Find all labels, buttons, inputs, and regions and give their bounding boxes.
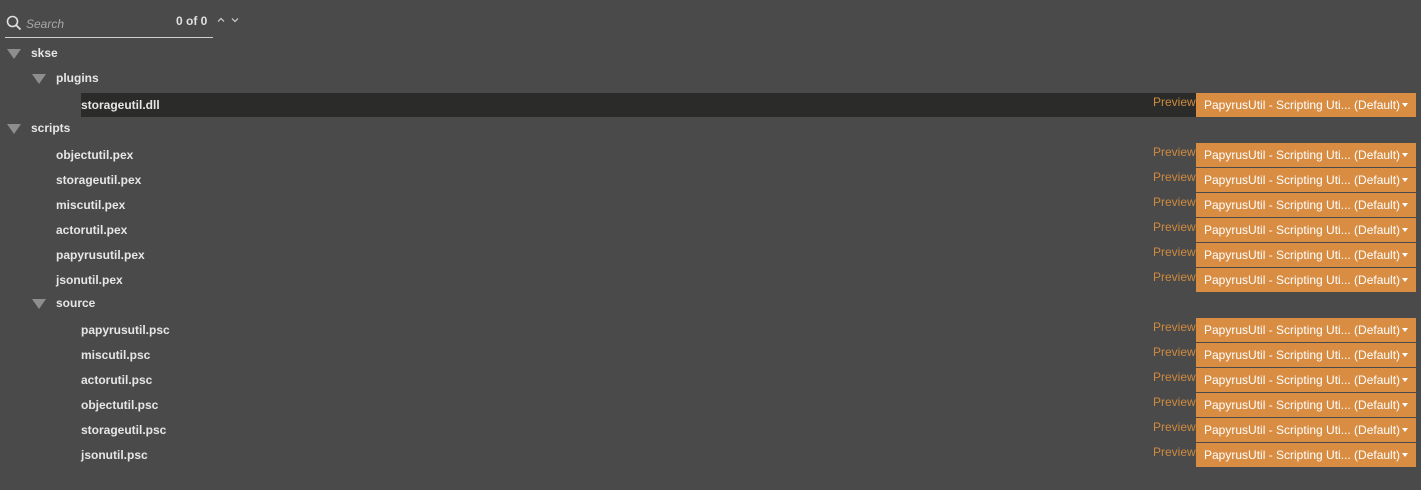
preview-link[interactable]: Preview	[1153, 445, 1196, 459]
mod-source-dropdown[interactable]: PapyrusUtil - Scripting Uti... (Default)	[1196, 318, 1416, 342]
caret-down-icon	[1402, 253, 1408, 257]
file-name: storageutil.pex	[56, 173, 142, 187]
file-name: storageutil.dll	[81, 98, 160, 112]
dropdown-value: PapyrusUtil - Scripting Uti... (Default)	[1204, 398, 1401, 412]
tree-file-row[interactable]: miscutil.pex Preview PapyrusUtil - Scrip…	[0, 193, 1421, 218]
file-name: actorutil.pex	[56, 223, 128, 237]
caret-down-icon	[1402, 328, 1408, 332]
tree-file-row[interactable]: storageutil.pex Preview PapyrusUtil - Sc…	[0, 168, 1421, 193]
caret-down-icon	[1402, 203, 1408, 207]
dropdown-value: PapyrusUtil - Scripting Uti... (Default)	[1204, 273, 1401, 287]
file-name: objectutil.psc	[81, 398, 159, 412]
file-name: jsonutil.pex	[56, 273, 123, 287]
tree-folder-source[interactable]: source	[0, 291, 1421, 316]
preview-link[interactable]: Preview	[1153, 195, 1196, 209]
caret-down-icon	[1402, 278, 1408, 282]
dropdown-value: PapyrusUtil - Scripting Uti... (Default)	[1204, 323, 1401, 337]
tree-file-row[interactable]: actorutil.psc Preview PapyrusUtil - Scri…	[0, 368, 1421, 393]
dropdown-value: PapyrusUtil - Scripting Uti... (Default)	[1204, 98, 1401, 112]
preview-link[interactable]: Preview	[1153, 395, 1196, 409]
search-input[interactable]	[26, 15, 166, 33]
expanded-triangle-icon[interactable]	[7, 48, 21, 60]
caret-down-icon	[1402, 153, 1408, 157]
folder-label: source	[56, 296, 96, 310]
file-name: actorutil.psc	[81, 373, 153, 387]
chevron-down-icon[interactable]	[230, 15, 240, 25]
caret-down-icon	[1402, 178, 1408, 182]
caret-down-icon	[1402, 428, 1408, 432]
file-name: miscutil.pex	[56, 198, 126, 212]
file-name: storageutil.psc	[81, 423, 167, 437]
mod-source-dropdown[interactable]: PapyrusUtil - Scripting Uti... (Default)	[1196, 93, 1416, 117]
chevron-up-icon[interactable]	[216, 15, 226, 25]
tree-file-row[interactable]: storageutil.dll Preview PapyrusUtil - Sc…	[0, 93, 1421, 118]
dropdown-value: PapyrusUtil - Scripting Uti... (Default)	[1204, 248, 1401, 262]
expanded-triangle-icon[interactable]	[32, 73, 46, 85]
tree-file-row[interactable]: objectutil.psc Preview PapyrusUtil - Scr…	[0, 393, 1421, 418]
preview-link[interactable]: Preview	[1153, 420, 1196, 434]
file-name: jsonutil.psc	[81, 448, 148, 462]
mod-source-dropdown[interactable]: PapyrusUtil - Scripting Uti... (Default)	[1196, 368, 1416, 392]
folder-label: skse	[31, 46, 58, 60]
caret-down-icon	[1402, 403, 1408, 407]
search-icon	[6, 15, 22, 31]
mod-source-dropdown[interactable]: PapyrusUtil - Scripting Uti... (Default)	[1196, 393, 1416, 417]
tree-folder-plugins[interactable]: plugins	[0, 66, 1421, 91]
tree-folder-scripts[interactable]: scripts	[0, 116, 1421, 141]
mod-source-dropdown[interactable]: PapyrusUtil - Scripting Uti... (Default)	[1196, 343, 1416, 367]
match-count: 0 of 0	[176, 14, 208, 28]
caret-down-icon	[1402, 103, 1408, 107]
preview-link[interactable]: Preview	[1153, 220, 1196, 234]
caret-down-icon	[1402, 378, 1408, 382]
folder-label: plugins	[56, 71, 99, 85]
preview-link[interactable]: Preview	[1153, 95, 1196, 109]
tree-file-row[interactable]: papyrusutil.psc Preview PapyrusUtil - Sc…	[0, 318, 1421, 343]
file-name: papyrusutil.pex	[56, 248, 145, 262]
mod-source-dropdown[interactable]: PapyrusUtil - Scripting Uti... (Default)	[1196, 418, 1416, 442]
preview-link[interactable]: Preview	[1153, 245, 1196, 259]
dropdown-value: PapyrusUtil - Scripting Uti... (Default)	[1204, 448, 1401, 462]
folder-label: scripts	[31, 121, 71, 135]
dropdown-value: PapyrusUtil - Scripting Uti... (Default)	[1204, 348, 1401, 362]
tree-file-row[interactable]: storageutil.psc Preview PapyrusUtil - Sc…	[0, 418, 1421, 443]
preview-link[interactable]: Preview	[1153, 170, 1196, 184]
file-name: miscutil.psc	[81, 348, 151, 362]
dropdown-value: PapyrusUtil - Scripting Uti... (Default)	[1204, 173, 1401, 187]
tree-file-row[interactable]: jsonutil.pex Preview PapyrusUtil - Scrip…	[0, 268, 1421, 293]
tree-file-row[interactable]: jsonutil.psc Preview PapyrusUtil - Scrip…	[0, 443, 1421, 468]
caret-down-icon	[1402, 453, 1408, 457]
preview-link[interactable]: Preview	[1153, 320, 1196, 334]
selected-row-highlight	[81, 93, 1196, 117]
dropdown-value: PapyrusUtil - Scripting Uti... (Default)	[1204, 148, 1401, 162]
file-conflict-tree-panel: 0 of 0 skse plugins storageutil.dll Prev…	[0, 0, 1421, 490]
preview-link[interactable]: Preview	[1153, 345, 1196, 359]
preview-link[interactable]: Preview	[1153, 370, 1196, 384]
mod-source-dropdown[interactable]: PapyrusUtil - Scripting Uti... (Default)	[1196, 243, 1416, 267]
dropdown-value: PapyrusUtil - Scripting Uti... (Default)	[1204, 198, 1401, 212]
file-name: objectutil.pex	[56, 148, 134, 162]
file-name: papyrusutil.psc	[81, 323, 170, 337]
caret-down-icon	[1402, 228, 1408, 232]
tree-folder-skse[interactable]: skse	[0, 41, 1421, 66]
mod-source-dropdown[interactable]: PapyrusUtil - Scripting Uti... (Default)	[1196, 218, 1416, 242]
expanded-triangle-icon[interactable]	[32, 298, 46, 310]
mod-source-dropdown[interactable]: PapyrusUtil - Scripting Uti... (Default)	[1196, 268, 1416, 292]
dropdown-value: PapyrusUtil - Scripting Uti... (Default)	[1204, 423, 1401, 437]
mod-source-dropdown[interactable]: PapyrusUtil - Scripting Uti... (Default)	[1196, 193, 1416, 217]
tree-file-row[interactable]: objectutil.pex Preview PapyrusUtil - Scr…	[0, 143, 1421, 168]
mod-source-dropdown[interactable]: PapyrusUtil - Scripting Uti... (Default)	[1196, 168, 1416, 192]
preview-link[interactable]: Preview	[1153, 270, 1196, 284]
tree-file-row[interactable]: papyrusutil.pex Preview PapyrusUtil - Sc…	[0, 243, 1421, 268]
mod-source-dropdown[interactable]: PapyrusUtil - Scripting Uti... (Default)	[1196, 443, 1416, 467]
mod-source-dropdown[interactable]: PapyrusUtil - Scripting Uti... (Default)	[1196, 143, 1416, 167]
preview-link[interactable]: Preview	[1153, 145, 1196, 159]
expanded-triangle-icon[interactable]	[7, 123, 21, 135]
tree-file-row[interactable]: actorutil.pex Preview PapyrusUtil - Scri…	[0, 218, 1421, 243]
caret-down-icon	[1402, 353, 1408, 357]
dropdown-value: PapyrusUtil - Scripting Uti... (Default)	[1204, 373, 1401, 387]
tree-file-row[interactable]: miscutil.psc Preview PapyrusUtil - Scrip…	[0, 343, 1421, 368]
dropdown-value: PapyrusUtil - Scripting Uti... (Default)	[1204, 223, 1401, 237]
